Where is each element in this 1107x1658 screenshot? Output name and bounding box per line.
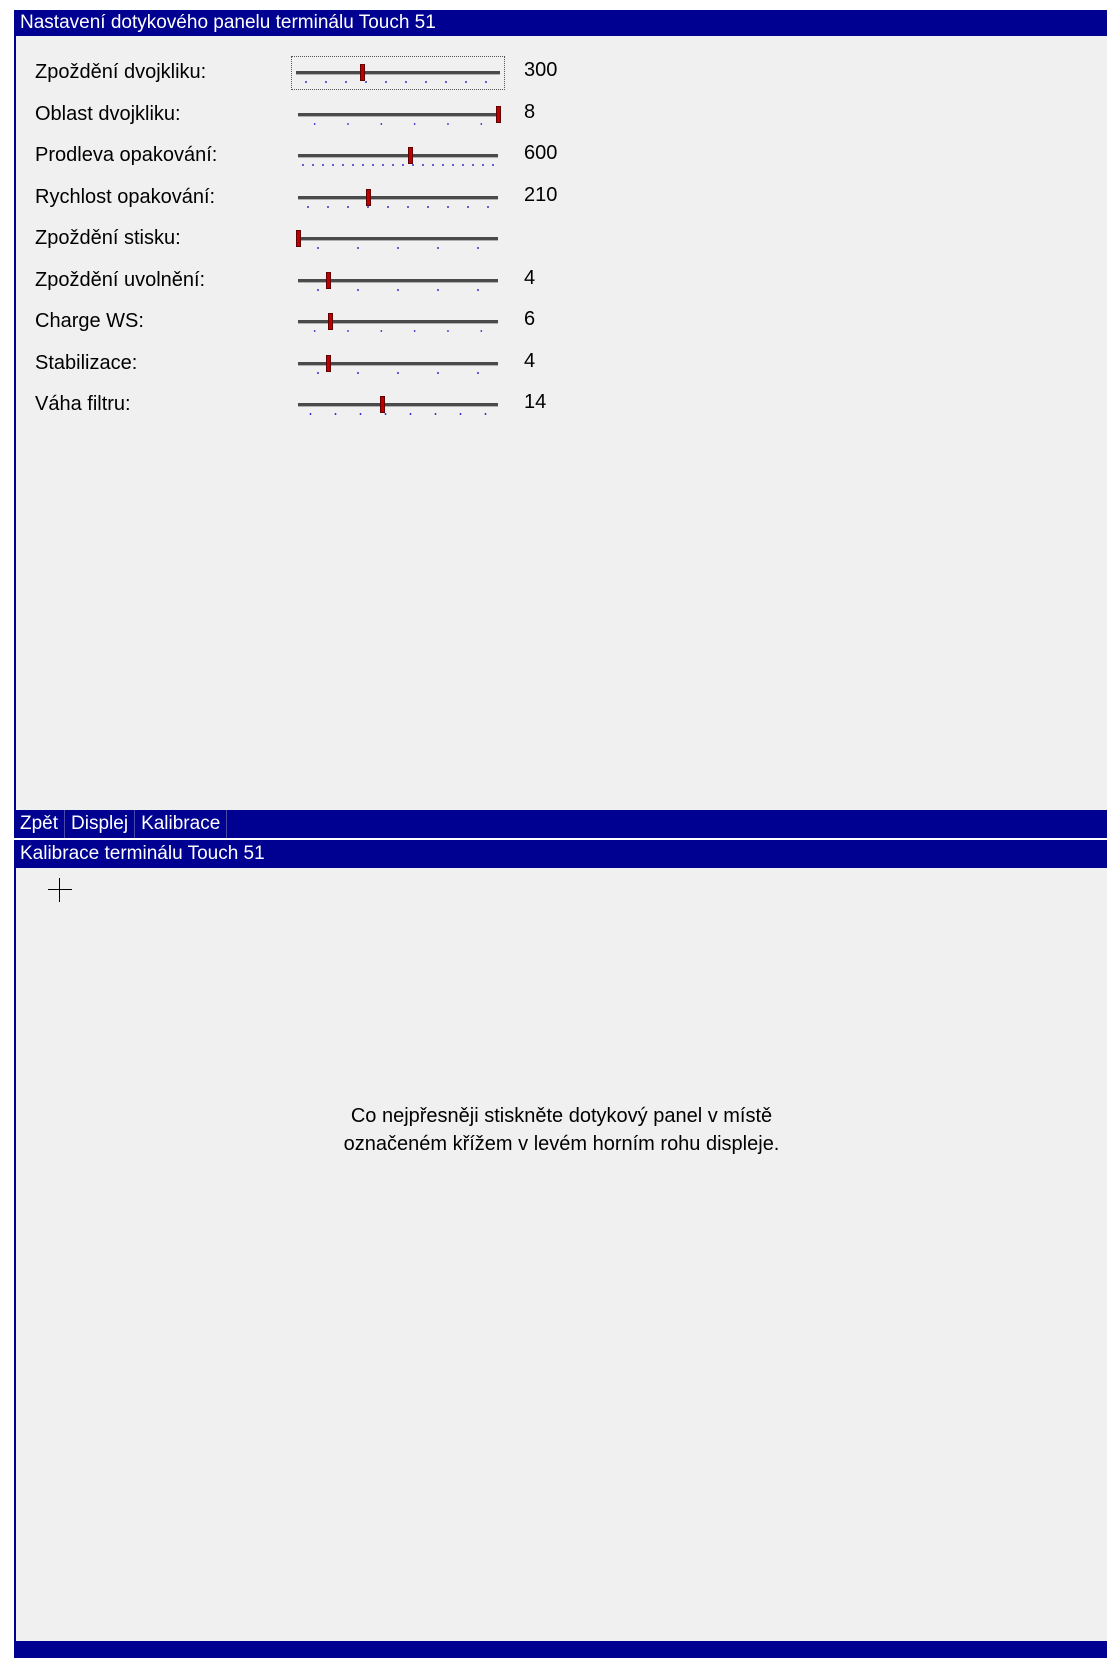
setting-row: Zpoždění stisku: [16, 219, 616, 259]
setting-label: Váha filtru: [35, 393, 131, 415]
menu-back[interactable]: Zpět [14, 810, 66, 838]
slider-track [298, 195, 498, 200]
slider-thumb[interactable] [366, 188, 371, 206]
slider-thumb[interactable] [296, 230, 301, 247]
slider-thumb[interactable] [328, 313, 333, 330]
slider-ticks [298, 122, 498, 125]
slider-thumb[interactable] [408, 147, 413, 164]
settings-title: Nastavení dotykového panelu terminálu To… [20, 12, 436, 33]
setting-label: Zpoždění uvolnění: [35, 268, 206, 291]
menu-display[interactable]: Displej [65, 810, 136, 838]
setting-slider[interactable] [294, 265, 502, 297]
slider-ticks [298, 247, 498, 249]
status-bar [14, 1641, 1107, 1658]
slider-thumb[interactable] [326, 354, 331, 372]
setting-value: 6 [524, 308, 536, 330]
calibration-title: Kalibrace terminálu Touch 51 [20, 843, 265, 864]
setting-row: Charge WS: 6 [16, 302, 616, 342]
slider-thumb[interactable] [326, 271, 331, 289]
slider-ticks [298, 413, 498, 415]
setting-label: Stabilizace: [35, 351, 138, 374]
setting-slider[interactable] [291, 56, 505, 90]
setting-slider[interactable] [294, 306, 502, 338]
setting-label: Zpoždění dvojkliku: [35, 61, 207, 83]
calibration-title-bar: Kalibrace terminálu Touch 51 [14, 840, 1107, 868]
setting-slider[interactable] [294, 348, 502, 380]
slider-ticks [296, 81, 500, 83]
setting-slider[interactable] [294, 223, 502, 255]
setting-label: Oblast dvojkliku: [35, 102, 181, 125]
setting-value: 4 [524, 266, 536, 289]
setting-label: Zpoždění stisku: [35, 227, 181, 249]
setting-row: Stabilizace: 4 [16, 344, 616, 384]
setting-value: 4 [524, 349, 536, 372]
setting-label: Rychlost opakování: [35, 185, 216, 208]
setting-row: Rychlost opakování: 210 [16, 178, 616, 218]
settings-title-bar: Nastavení dotykového panelu terminálu To… [14, 10, 1107, 36]
slider-track [298, 237, 498, 241]
setting-row: Zpoždění dvojkliku: 300 [16, 53, 616, 93]
slider-ticks [298, 205, 498, 208]
setting-value: 600 [524, 142, 558, 164]
setting-value: 210 [524, 183, 558, 206]
menu-bar: Zpět Displej Kalibrace [14, 810, 1107, 838]
slider-track [298, 154, 498, 158]
slider-thumb[interactable] [496, 105, 501, 123]
setting-slider[interactable] [294, 389, 502, 421]
setting-row: Prodleva opakování: 600 [16, 136, 616, 176]
setting-value: 300 [524, 59, 558, 81]
slider-track [298, 112, 498, 117]
setting-row: Oblast dvojkliku: 8 [16, 95, 616, 135]
menu-calibration[interactable]: Kalibrace [135, 810, 228, 838]
setting-row: Zpoždění uvolnění: 4 [16, 261, 616, 301]
setting-row: Váha filtru: 14 [16, 385, 616, 425]
setting-value: 14 [524, 391, 547, 413]
slider-thumb[interactable] [360, 64, 365, 81]
settings-panel: Zpoždění dvojkliku: 300 Oblast dvojkliku: 8… [14, 36, 1107, 810]
setting-slider[interactable] [294, 182, 502, 214]
setting-label: Charge WS: [35, 310, 144, 332]
slider-track [296, 71, 500, 75]
calibration-panel[interactable]: Co nejpřesněji stiskněte dotykový panel … [14, 868, 1107, 1641]
slider-ticks [298, 371, 498, 374]
slider-ticks [298, 330, 498, 332]
slider-ticks [298, 288, 498, 291]
instruction-line-1: Co nejpřesněji stiskněte dotykový panel … [350, 1105, 773, 1127]
setting-label: Prodleva opakování: [35, 144, 218, 166]
setting-slider[interactable] [294, 140, 502, 172]
setting-slider[interactable] [294, 99, 502, 131]
slider-track [298, 403, 498, 407]
crosshair-icon[interactable] [48, 878, 72, 902]
setting-value: 8 [524, 100, 536, 123]
slider-ticks [298, 164, 498, 166]
calibration-instruction: Co nejpřesněji stiskněte dotykový panel … [16, 1102, 1107, 1158]
slider-thumb[interactable] [380, 396, 385, 413]
instruction-line-2: označeném křížem v levém horním rohu dis… [343, 1133, 780, 1155]
